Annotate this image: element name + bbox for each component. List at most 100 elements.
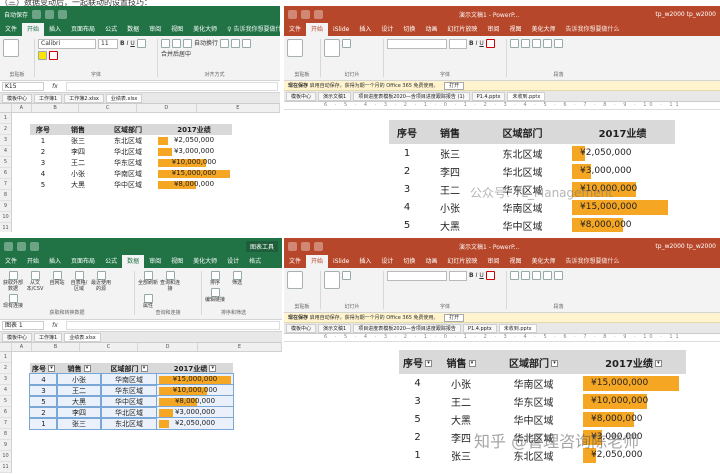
font-color-icon[interactable]: [49, 51, 58, 60]
align-middle-icon[interactable]: [172, 39, 181, 48]
font-size-select[interactable]: 11: [98, 39, 118, 49]
ribbon-tab[interactable]: 插入: [354, 255, 376, 268]
ribbon-button[interactable]: 筛选: [227, 271, 247, 286]
ribbon-tab[interactable]: 公式: [100, 255, 122, 268]
ribbon-tab[interactable]: 数据: [122, 23, 144, 36]
align-left-icon[interactable]: [220, 39, 230, 48]
fx-icon[interactable]: fx: [48, 83, 62, 90]
cell-performance[interactable]: ¥2,050,000: [156, 135, 232, 146]
ribbon-tab[interactable]: 开始: [22, 23, 45, 36]
filter-icon[interactable]: ▾: [83, 365, 91, 372]
cell-name[interactable]: 李四: [425, 162, 475, 180]
font-size-select[interactable]: [449, 271, 467, 281]
ribbon-tab[interactable]: 切换: [398, 255, 420, 268]
row-header[interactable]: 5: [0, 157, 11, 168]
file-tab[interactable]: 项目进度表模板2020—含项目进度跟踪报告 (1): [353, 91, 470, 101]
ribbon-tab[interactable]: 美化大师: [188, 255, 222, 268]
fx-icon[interactable]: fx: [48, 322, 62, 329]
row-header[interactable]: 9: [0, 201, 11, 212]
ribbon-tab[interactable]: 公式: [100, 23, 122, 36]
ribbon-tab[interactable]: 设计: [222, 255, 244, 268]
align-left-icon[interactable]: [532, 39, 541, 48]
cell-no[interactable]: 5: [399, 410, 436, 428]
cell-no[interactable]: 3: [389, 180, 425, 198]
save-icon[interactable]: [288, 242, 297, 251]
align-right-icon[interactable]: [554, 271, 563, 280]
cell-no[interactable]: 1: [389, 144, 425, 162]
row-header[interactable]: 11: [0, 223, 11, 232]
ribbon-button[interactable]: 获取外部数据: [3, 271, 23, 292]
formula-input[interactable]: [66, 321, 280, 330]
cell-performance[interactable]: ¥3,000,000: [570, 162, 675, 180]
save-icon[interactable]: [32, 10, 42, 19]
undo-icon[interactable]: [301, 10, 310, 19]
cell-performance[interactable]: ¥10,000,000: [581, 392, 686, 410]
row-header[interactable]: 4: [0, 146, 11, 157]
ribbon-tab[interactable]: 开始: [306, 255, 329, 268]
font-color-icon[interactable]: [485, 39, 495, 48]
ribbon-tab[interactable]: 开始: [306, 23, 329, 36]
cell-performance[interactable]: ¥2,050,000: [570, 144, 675, 162]
new-slide-icon[interactable]: [324, 271, 340, 289]
cell-name[interactable]: 李四: [56, 406, 102, 419]
bold-icon[interactable]: B: [120, 39, 125, 49]
cell-no[interactable]: 4: [389, 198, 425, 216]
column-header[interactable]: B: [32, 343, 80, 351]
row-header[interactable]: 5: [0, 396, 11, 407]
cell-no[interactable]: 4: [30, 168, 56, 179]
column-header[interactable]: B: [32, 104, 80, 112]
cell-dept[interactable]: 华中区域: [475, 216, 570, 233]
cell-dept[interactable]: 华东区域: [100, 157, 156, 168]
cell-name[interactable]: 大黑: [436, 410, 486, 428]
cell-no[interactable]: 3: [30, 157, 56, 168]
redo-icon[interactable]: [314, 10, 323, 19]
cell-dept[interactable]: 东北区域: [100, 135, 156, 146]
filter-icon[interactable]: ▾: [48, 365, 55, 372]
file-tab[interactable]: P1.4.pptx: [462, 323, 497, 333]
ribbon-tab[interactable]: 视图: [504, 23, 526, 36]
ribbon-tab[interactable]: 开始: [22, 255, 44, 268]
cell-performance[interactable]: ¥15,000,000: [581, 374, 686, 392]
ribbon-tab[interactable]: ♀ 告诉我你想要做什么: [222, 23, 280, 36]
file-tab[interactable]: 项目进度表模板2020—含项目进度跟踪报告: [353, 323, 461, 333]
cell-name[interactable]: 小张: [56, 168, 100, 179]
row-header[interactable]: 2: [0, 363, 11, 374]
cell-performance[interactable]: ¥3,000,000: [156, 406, 234, 419]
ribbon-tab[interactable]: 数据: [122, 255, 145, 268]
row-header[interactable]: 11: [0, 462, 11, 473]
cell-name[interactable]: 大黑: [56, 395, 102, 408]
filter-icon[interactable]: ▾: [654, 360, 662, 367]
file-tab[interactable]: 未收到.pptx: [507, 91, 546, 101]
file-tab[interactable]: 演示文稿1: [318, 91, 352, 101]
align-center-icon[interactable]: [543, 271, 552, 280]
cell-dept[interactable]: 华中区域: [100, 179, 156, 190]
save-icon[interactable]: [4, 242, 13, 251]
file-tab[interactable]: P1.4.pptx: [471, 91, 506, 101]
row-header[interactable]: 8: [0, 190, 11, 201]
cell-dept[interactable]: 华北区域: [100, 146, 156, 157]
ribbon-tab[interactable]: 文件: [0, 23, 22, 36]
ribbon-button[interactable]: 现有连接: [3, 294, 23, 309]
undo-icon[interactable]: [17, 242, 26, 251]
row-header[interactable]: 6: [0, 168, 11, 179]
ribbon-tab[interactable]: 审阅: [482, 23, 504, 36]
worksheet[interactable]: ABCDE 123456789101112 序号 销售 区域部门 2017业绩 …: [0, 104, 280, 232]
ribbon-tab[interactable]: 格式: [244, 255, 266, 268]
font-name-select[interactable]: Calibri: [38, 39, 96, 49]
cell-dept[interactable]: 东北区域: [475, 144, 570, 162]
cell-performance[interactable]: ¥8,000,000: [156, 179, 232, 190]
filter-icon[interactable]: ▾: [425, 360, 432, 367]
ribbon-button[interactable]: 查询和连接: [160, 271, 180, 292]
cell-no[interactable]: 2: [30, 146, 56, 157]
underline-icon[interactable]: U: [130, 39, 134, 49]
underline-icon[interactable]: U: [479, 271, 483, 281]
cell-name[interactable]: 王二: [56, 384, 102, 397]
ribbon-button[interactable]: 自表格/区域: [69, 271, 89, 292]
align-bottom-icon[interactable]: [183, 39, 192, 48]
align-right-icon[interactable]: [554, 39, 563, 48]
column-header[interactable]: C: [80, 343, 138, 351]
cell-name[interactable]: 张三: [56, 417, 102, 430]
paste-icon[interactable]: [287, 271, 303, 289]
undo-icon[interactable]: [45, 10, 55, 19]
bullets-icon[interactable]: [510, 39, 519, 48]
